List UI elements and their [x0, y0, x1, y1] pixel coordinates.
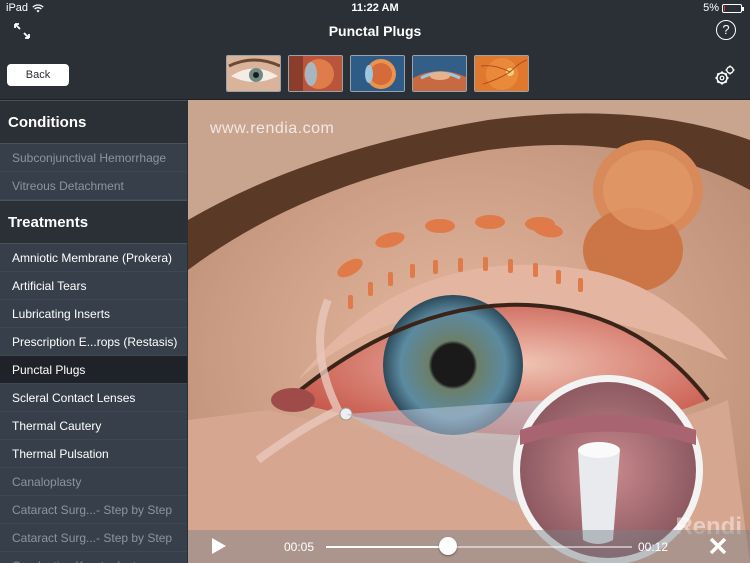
conditions-header: Conditions	[0, 100, 187, 144]
status-bar: iPad 11:22 AM 5%	[0, 0, 750, 16]
thumbnail-eye-cross-section-2[interactable]	[350, 55, 405, 92]
treatments-item[interactable]: Thermal Cautery	[0, 412, 187, 440]
thumbnail-eye-front[interactable]	[226, 55, 281, 92]
thumbnail-strip	[226, 55, 529, 92]
treatments-item[interactable]: Conductive Keratoplasty	[0, 552, 187, 563]
treatments-item[interactable]: Cataract Surg...- Step by Step	[0, 524, 187, 552]
treatments-item[interactable]: Amniotic Membrane (Prokera)	[0, 244, 187, 272]
current-time: 00:05	[284, 540, 315, 554]
thumbnail-eye-cross-section-1[interactable]	[288, 55, 343, 92]
treatments-item[interactable]: Lubricating Inserts	[0, 300, 187, 328]
treatments-item[interactable]: Punctal Plugs	[0, 356, 187, 384]
scrubber-knob[interactable]	[439, 537, 458, 555]
conditions-item[interactable]: Vitreous Detachment	[0, 172, 187, 200]
back-button[interactable]: Back	[7, 64, 69, 86]
battery-icon	[722, 3, 744, 13]
treatments-header: Treatments	[0, 200, 187, 244]
video-controls: 00:05 00:12	[188, 530, 750, 563]
treatments-list: Amniotic Membrane (Prokera) Artificial Te…	[0, 244, 187, 563]
page-title: Punctal Plugs	[328, 23, 422, 39]
treatments-item[interactable]: Canaloplasty	[0, 468, 187, 496]
treatments-item[interactable]: Thermal Pulsation	[0, 440, 187, 468]
thumbnail-eye-cross-section-3[interactable]	[412, 55, 467, 92]
close-icon[interactable]	[708, 536, 728, 556]
toolbar: Back	[0, 46, 750, 100]
sidebar: Conditions Subconjunctival Hemorrhage Vit…	[0, 100, 187, 563]
status-time: 11:22 AM	[351, 2, 399, 14]
help-icon[interactable]: ?	[716, 20, 736, 40]
duration: 00:12	[637, 540, 668, 554]
title-bar: Punctal Plugs ?	[0, 16, 750, 46]
conditions-list: Subconjunctival Hemorrhage Vitreous Detac…	[0, 144, 187, 200]
battery-percent: 5%	[703, 2, 719, 14]
treatments-item[interactable]: Scleral Contact Lenses	[0, 384, 187, 412]
treatments-item[interactable]: Cataract Surg...- Step by Step	[0, 496, 187, 524]
thumbnail-retina[interactable]	[474, 55, 529, 92]
progress-played	[326, 546, 449, 548]
progress-track[interactable]	[326, 546, 632, 548]
watermark: www.rendia.com	[210, 120, 335, 137]
treatments-item[interactable]: Prescription E...rops (Restasis)	[0, 328, 187, 356]
treatments-item[interactable]: Artificial Tears	[0, 272, 187, 300]
eye-illustration	[188, 100, 750, 563]
video-area[interactable]: www.rendia.com Rendi	[188, 100, 750, 563]
gear-icon[interactable]	[714, 64, 736, 86]
conditions-item[interactable]: Subconjunctival Hemorrhage	[0, 144, 187, 172]
play-icon[interactable]	[212, 538, 226, 554]
